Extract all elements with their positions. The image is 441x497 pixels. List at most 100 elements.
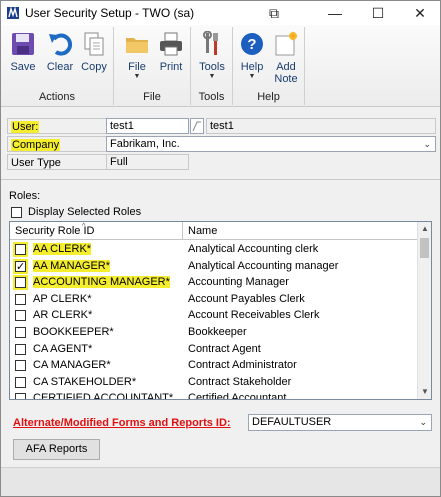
table-row[interactable]: CERTIFIED ACCOUNTANT* Certified Accountan… [10, 390, 418, 400]
table-row[interactable]: AP CLERK* Account Payables Clerk [10, 291, 418, 307]
tools-dropdown-arrow-icon: ▼ [208, 73, 216, 80]
role-checkbox[interactable] [15, 360, 26, 371]
afa-id-select[interactable]: DEFAULTUSER ⌄ [248, 414, 432, 431]
afa-reports-button[interactable]: AFA Reports [13, 439, 100, 460]
clear-button[interactable]: Clear [43, 31, 77, 73]
save-button[interactable]: Save [6, 31, 40, 73]
maximize-button[interactable]: ☐ [358, 1, 398, 25]
role-checkbox[interactable] [13, 259, 28, 275]
printer-icon [160, 32, 182, 56]
security-role-id: CA MANAGER* [33, 357, 111, 373]
sort-caret-icon: ^ [82, 223, 86, 230]
scroll-thumb[interactable] [420, 238, 429, 258]
lookup-icon [192, 121, 201, 132]
role-checkbox[interactable] [15, 393, 26, 399]
security-role-id-text: CA MANAGER* [33, 359, 111, 371]
role-checkbox[interactable] [15, 294, 26, 305]
vertical-scrollbar[interactable]: ▲ ▼ [417, 222, 431, 399]
security-roles-grid: ^ Security Role ID Name AA CLERK* Analyti… [9, 221, 432, 400]
close-button[interactable]: ✕ [400, 1, 440, 25]
note-icon [275, 31, 298, 56]
user-id-field[interactable]: test1 [106, 118, 189, 134]
tools-menu-button[interactable]: Tools ▼ [195, 31, 229, 81]
roles-label: Roles: [9, 190, 41, 202]
clear-label: Clear [46, 61, 74, 73]
role-name: Analytical Accounting manager [188, 260, 339, 272]
user-lookup-button[interactable] [190, 118, 204, 134]
afa-id-label[interactable]: Alternate/Modified Forms and Reports ID: [13, 417, 231, 429]
company-select[interactable]: Fabrikam, Inc. ⌄ [106, 136, 436, 152]
table-row[interactable]: CA STAKEHOLDER* Contract Stakeholder [10, 374, 418, 390]
security-role-id-text: CA STAKEHOLDER* [33, 376, 137, 388]
user-name-field: test1 [206, 118, 436, 134]
role-checkbox[interactable] [13, 242, 28, 257]
undo-icon [49, 33, 73, 56]
ribbon-group-label-tools: Tools [198, 91, 225, 103]
role-name: Account Receivables Clerk [188, 309, 320, 321]
table-row[interactable]: AR CLERK* Account Receivables Clerk [10, 307, 418, 323]
ribbon-group-actions: Save Clear Copy Actions [1, 27, 114, 105]
display-selected-roles-label: Display Selected Roles [28, 206, 142, 218]
security-role-id-text: CA AGENT* [33, 343, 93, 355]
print-button[interactable]: Print [154, 31, 188, 73]
role-name: Contract Stakeholder [188, 376, 292, 388]
status-strip [1, 467, 440, 496]
user-type-row: User Type Full [7, 154, 436, 170]
role-checkbox[interactable] [13, 275, 28, 290]
scroll-down-icon[interactable]: ▼ [418, 385, 431, 399]
security-role-id: BOOKKEEPER* [33, 324, 114, 340]
role-checkbox[interactable] [15, 344, 26, 355]
add-note-button[interactable]: Add Note [269, 31, 303, 85]
security-role-id-text: CERTIFIED ACCOUNTANT* [33, 392, 174, 400]
tools-label: Tools [199, 61, 225, 73]
security-role-id-text: BOOKKEEPER* [33, 326, 114, 338]
table-row[interactable]: ACCOUNTING MANAGER* Accounting Manager [10, 274, 418, 290]
save-label: Save [10, 61, 36, 73]
display-selected-roles-checkbox[interactable] [11, 207, 22, 218]
table-row[interactable]: AA MANAGER* Analytical Accounting manager [10, 258, 418, 275]
add-note-label: Add Note [274, 61, 298, 85]
table-row[interactable]: AA CLERK* Analytical Accounting clerk [10, 241, 418, 257]
title-bar: User Security Setup - TWO (sa) ⧉ — ☐ ✕ [1, 1, 440, 25]
table-row[interactable]: BOOKKEEPER* Bookkeeper [10, 324, 418, 340]
role-name: Account Payables Clerk [188, 293, 305, 305]
print-label: Print [159, 61, 183, 73]
security-role-id: CA AGENT* [33, 341, 92, 357]
role-checkbox[interactable] [15, 377, 26, 388]
table-row[interactable]: CA AGENT* Contract Agent [10, 341, 418, 357]
file-menu-button[interactable]: File ▼ [120, 31, 154, 81]
role-checkbox[interactable] [15, 310, 26, 321]
user-row: User: test1 test1 [7, 118, 436, 134]
table-row[interactable]: CA MANAGER* Contract Administrator [10, 357, 418, 373]
role-name: Contract Agent [188, 343, 261, 355]
tools-icon [203, 31, 218, 55]
file-label: File [128, 61, 146, 73]
security-role-id: AR CLERK* [33, 307, 92, 323]
role-name: Accounting Manager [188, 276, 289, 288]
scroll-up-icon[interactable]: ▲ [418, 222, 431, 236]
ribbon-toolbar: Save Clear Copy Actions File ▼ Print Fil… [1, 25, 440, 107]
ribbon-group-help: ? Help ▼ Add Note Help [233, 27, 305, 105]
chevron-down-icon: ⌄ [423, 139, 431, 149]
divider [1, 179, 440, 180]
security-role-id: AA CLERK* [33, 241, 92, 257]
restore-layout-icon[interactable]: ⧉ [254, 1, 294, 25]
user-type-value: Full [106, 154, 189, 170]
role-name: Contract Administrator [188, 359, 297, 371]
security-role-id: AP CLERK* [33, 291, 92, 307]
minimize-button[interactable]: — [315, 1, 355, 25]
chevron-down-icon: ⌄ [419, 417, 427, 427]
security-role-id-text: AR CLERK* [33, 309, 93, 321]
company-value: Fabrikam, Inc. [110, 138, 180, 150]
column-header-name[interactable]: Name [183, 222, 418, 240]
role-name: Analytical Accounting clerk [188, 243, 319, 255]
file-dropdown-arrow-icon: ▼ [133, 73, 141, 80]
column-header-security-role-id[interactable]: ^ Security Role ID [10, 222, 183, 240]
help-icon: ? [241, 33, 263, 55]
copy-button[interactable]: Copy [77, 31, 111, 73]
help-menu-button[interactable]: ? Help ▼ [235, 31, 269, 81]
role-checkbox[interactable] [15, 327, 26, 338]
copy-icon [84, 32, 104, 56]
help-label: Help [240, 61, 264, 73]
company-label: Company [7, 136, 106, 152]
